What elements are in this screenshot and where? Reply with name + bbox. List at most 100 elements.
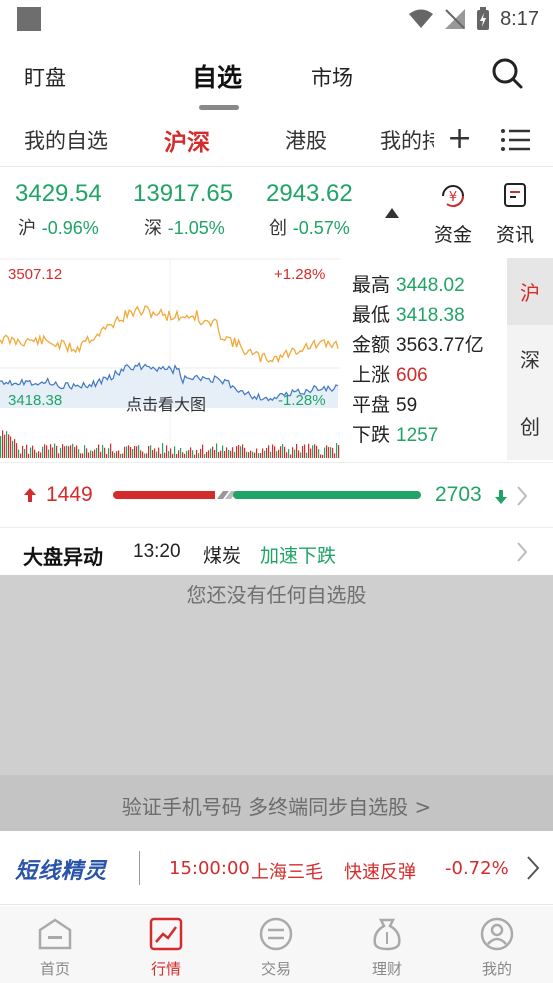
market-alert[interactable]: 大盘异动 13:20 煤炭 加速下跌 [0,529,553,575]
volume-bar [272,444,274,458]
menu-icon[interactable] [500,127,532,153]
volume-bar [160,453,162,458]
volume-bar [306,452,308,458]
index-change: -0.96% [41,218,99,238]
volume-bar [58,453,60,458]
index-sh[interactable]: 3429.54 沪 -0.96% [15,180,102,240]
verify-phone-banner[interactable]: 验证手机号码 多终端同步自选股 > [0,775,553,831]
nav-wealth[interactable]: 理财 [352,916,422,979]
chevron-right-icon [517,486,528,506]
volume-bar [248,452,250,458]
volume-bar [278,449,280,458]
volume-bar [14,439,16,458]
search-icon[interactable] [490,56,524,90]
volume-bar [46,445,48,458]
volume-bar [204,454,206,458]
volume-bar [200,448,202,458]
volume-bar [88,452,90,458]
volume-bar [74,446,76,458]
volume-bar [96,448,98,458]
avg-line [0,305,339,364]
advance-decline-bar[interactable]: 1449 2703 [0,462,553,528]
home-icon [38,918,72,950]
volume-bar [312,445,314,458]
intraday-chart[interactable]: 3507.12 +1.28% 3418.38 -1.28% 点击看大图 [0,258,340,460]
volume-bar [128,445,130,458]
volume-bar [254,452,256,458]
volume-bar [8,434,10,458]
advance-segment-end [205,491,215,499]
empty-message: 您还没有任何自选股 [186,583,367,607]
volume-bar [180,448,182,458]
status-bar: 8:17 [0,0,553,38]
volume-bar [132,449,134,458]
volume-bar [288,449,290,458]
volume-bar [214,450,216,458]
funds-button[interactable]: ¥ 资金 [428,182,478,247]
market-tab-cy[interactable]: 创 [507,392,553,459]
volume-bar [234,451,236,458]
volume-bar [252,451,254,458]
chart-overlay-hint[interactable]: 点击看大图 [126,391,206,415]
volume-bar [274,446,276,458]
stat-key: 最低 [352,304,391,326]
nav-home[interactable]: 首页 [20,916,90,979]
volume-bar [52,447,54,458]
volume-bar [178,450,180,458]
stat-low: 最低 3418.38 [352,300,502,330]
tab-my-holdings[interactable]: 我的持仓 [380,125,434,155]
volume-bar [168,451,170,458]
volume-bar [228,450,230,458]
volume-bar [156,451,158,458]
volume-bar [10,436,12,458]
index-name: 深 [144,218,162,239]
alert-time: 13:20 [133,541,181,562]
tab-favorites[interactable]: 自选 [192,58,242,94]
volume-bar [262,448,264,458]
tab-market[interactable]: 市场 [311,62,353,92]
volume-bar [328,447,330,458]
tab-hk[interactable]: 港股 [285,125,327,155]
funds-label: 资金 [433,224,472,246]
index-sz[interactable]: 13917.65 深 -1.05% [133,180,233,240]
volume-bar [324,447,326,458]
short-line-ticker[interactable]: 短线精灵 15:00:00 上海三毛 快速反弹 -0.72% [0,831,553,905]
volume-bar [314,444,316,458]
chart-high-label: 3507.12 [8,266,63,283]
index-cy[interactable]: 2943.62 创 -0.57% [266,180,353,240]
volume-bar [246,451,248,458]
tab-my-watchlist[interactable]: 我的自选 [24,125,108,155]
volume-bar [24,448,26,458]
tab-hs[interactable]: 沪深 [164,123,210,157]
volume-bar [130,447,132,458]
volume-bar [298,450,300,458]
volume-bar [72,443,74,458]
add-tab-button[interactable]: + [447,124,472,154]
nav-profile[interactable]: 我的 [462,916,532,979]
nav-label: 交易 [260,960,291,978]
volume-bar [304,444,306,458]
battery-icon [477,7,490,30]
news-button[interactable]: 资讯 [490,182,540,247]
nav-trade[interactable]: 交易 [241,916,311,979]
tab-clip: 我的持仓 [378,112,434,167]
volume-bar [280,446,282,458]
volume-bar [232,447,234,458]
market-tab-sz[interactable]: 深 [507,325,553,392]
market-tab-sh[interactable]: 沪 [507,258,553,325]
chevron-right-icon[interactable] [525,855,541,881]
volume-bar [308,443,310,458]
volume-bar [250,450,252,458]
chart-svg [0,258,340,460]
collapse-arrow-icon[interactable] [385,208,399,218]
volume-bar [332,447,334,458]
tab-watch[interactable]: 盯盘 [24,62,66,92]
volume-bar [54,443,56,458]
volume-bar [230,450,232,458]
watchlist-tabs: 我的自选 沪深 港股 我的持仓 + [0,112,553,167]
index-value: 13917.65 [133,180,234,207]
stat-key: 下跌 [352,424,391,446]
volume-bar [34,449,36,458]
nav-market[interactable]: 行情 [131,916,201,979]
volume-bar [334,453,336,458]
